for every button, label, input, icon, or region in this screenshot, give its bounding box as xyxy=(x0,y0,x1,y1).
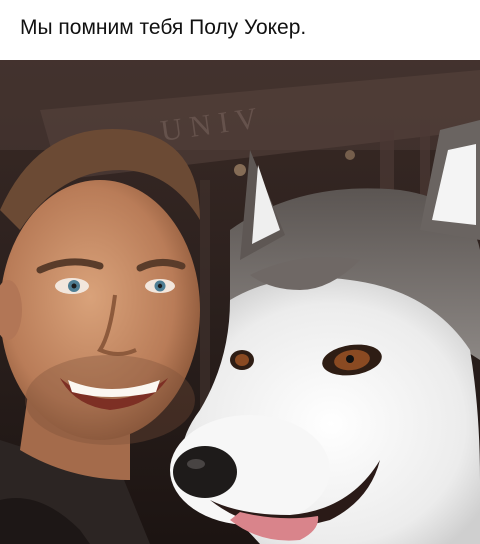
post-photo[interactable]: U N I V xyxy=(0,60,480,544)
post-caption: Мы помним тебя Полу Уокер. xyxy=(20,16,307,39)
post: Мы помним тебя Полу Уокер. U N I V xyxy=(0,0,480,544)
photo-illustration: U N I V xyxy=(0,60,480,544)
